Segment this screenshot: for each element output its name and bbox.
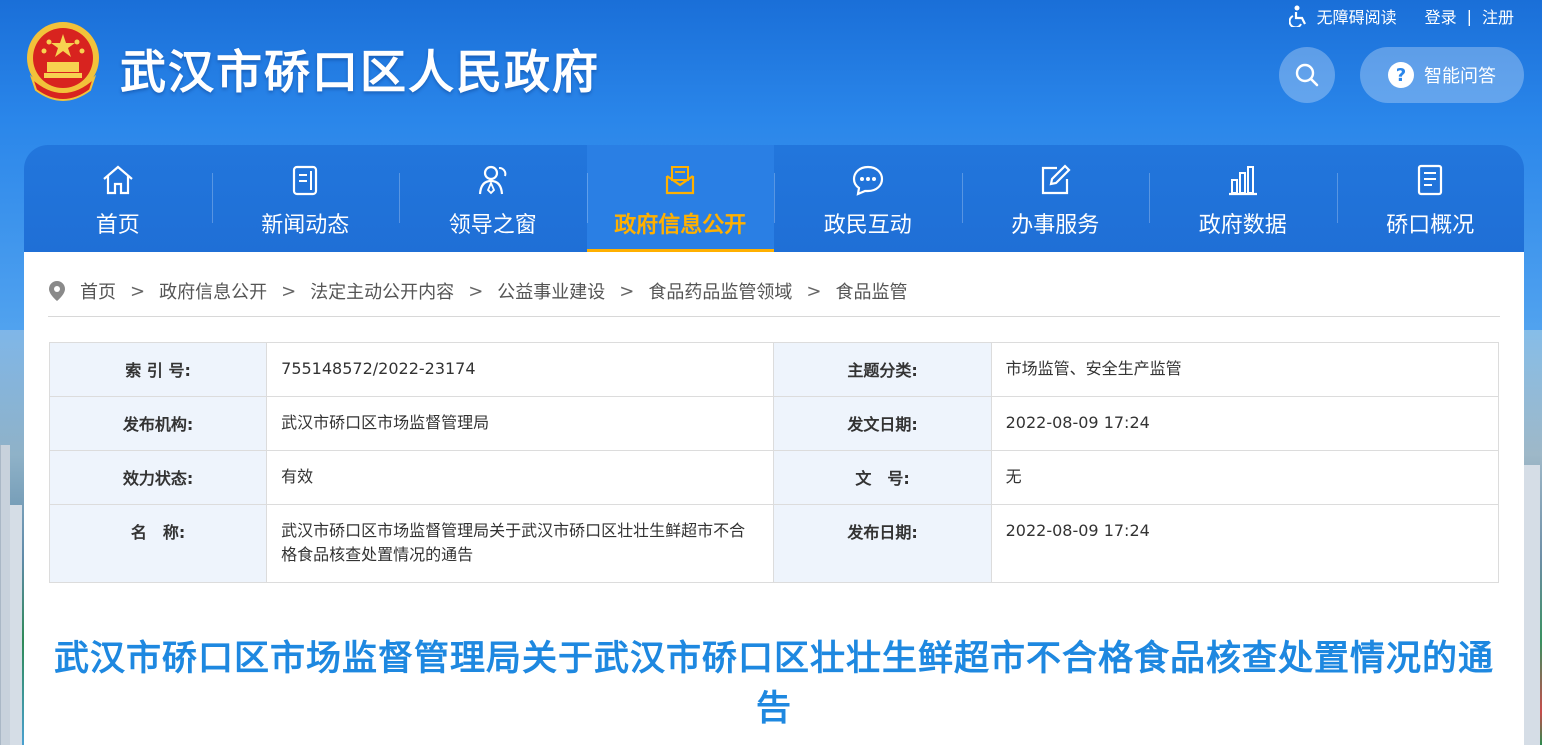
breadcrumb: 首页 > 政府信息公开 > 法定主动公开内容 > 公益事业建设 > 食品药品监管… (48, 278, 907, 304)
status-label: 效力状态: (48, 450, 268, 505)
nav-label: 硚口概况 (1386, 213, 1475, 238)
topic-value: 市场监管、安全生产监管 (990, 342, 1500, 397)
nav-label: 首页 (95, 213, 140, 238)
main-nav: 首页 新闻动态 领导之窗 政府信息公开 政民互动 办事服务 政府数据 硚口概况 (24, 145, 1524, 252)
nav-label: 政府信息公开 (614, 213, 747, 238)
nav-item-overview[interactable]: 硚口概况 (1336, 145, 1525, 252)
nav-item-leaders[interactable]: 领导之窗 (399, 145, 587, 252)
news-icon (286, 161, 324, 199)
index-number-value: 755148572/2022-23174 (266, 342, 775, 397)
nav-item-services[interactable]: 办事服务 (961, 145, 1150, 252)
wheelchair-icon (1288, 5, 1306, 27)
site-header: 武汉市硚口区人民政府 无障碍阅读 登录 | 注册 ? 智能问答 (0, 0, 1542, 145)
issue-date-value: 2022-08-09 17:24 (990, 396, 1500, 451)
nav-label: 新闻动态 (261, 213, 350, 238)
article-title: 武汉市硚口区市场监督管理局关于武汉市硚口区壮壮生鲜超市不合格食品核查处置情况的通… (53, 639, 1494, 729)
breadcrumb-arrow: > (468, 280, 484, 302)
table-row: 效力状态: 有效 文 号: 无 (48, 450, 1500, 505)
document-metadata-table: 索 引 号: 755148572/2022-23174 主题分类: 市场监管、安… (48, 342, 1500, 583)
nav-item-interaction[interactable]: 政民互动 (774, 145, 962, 252)
smart-qa-button[interactable]: ? 智能问答 (1360, 47, 1524, 103)
table-row: 发布机构: 武汉市硚口区市场监督管理局 发文日期: 2022-08-09 17:… (48, 396, 1500, 451)
accessibility-link[interactable]: 无障碍阅读 (1288, 4, 1397, 28)
breadcrumb-item-gov-info[interactable]: 政府信息公开 (159, 278, 267, 304)
issue-date-label: 发文日期: (773, 396, 992, 451)
national-emblem-icon (22, 18, 104, 104)
site-title: 武汉市硚口区人民政府 (120, 45, 600, 99)
breadcrumb-arrow: > (806, 280, 822, 302)
bar-chart-icon (1224, 161, 1262, 199)
nav-item-home[interactable]: 首页 (24, 145, 212, 252)
home-icon (99, 161, 137, 199)
top-links: 无障碍阅读 登录 | 注册 (1288, 4, 1514, 28)
accessibility-label: 无障碍阅读 (1316, 8, 1397, 27)
publisher-label: 发布机构: (48, 396, 268, 451)
publish-date-value: 2022-08-09 17:24 (990, 504, 1500, 583)
nav-item-data[interactable]: 政府数据 (1149, 145, 1337, 252)
breadcrumb-item-food-supervision[interactable]: 食品监管 (835, 278, 907, 304)
mail-icon (661, 161, 699, 199)
question-icon: ? (1388, 62, 1414, 88)
breadcrumb-item-public-welfare[interactable]: 公益事业建设 (497, 278, 605, 304)
register-link[interactable]: 注册 (1482, 4, 1514, 28)
nav-label: 政民互动 (823, 213, 912, 238)
breadcrumb-arrow: > (130, 280, 146, 302)
smart-qa-label: 智能问答 (1424, 66, 1496, 87)
chat-icon (849, 161, 887, 199)
document-icon (1411, 161, 1449, 199)
breadcrumb-arrow: > (619, 280, 635, 302)
breadcrumb-divider (48, 316, 1500, 317)
breadcrumb-item-home[interactable]: 首页 (80, 278, 116, 304)
leader-icon (474, 161, 512, 199)
content-panel: 首页 > 政府信息公开 > 法定主动公开内容 > 公益事业建设 > 食品药品监管… (24, 252, 1524, 745)
breadcrumb-arrow: > (281, 280, 297, 302)
table-row: 索 引 号: 755148572/2022-23174 主题分类: 市场监管、安… (48, 342, 1500, 397)
search-button[interactable] (1279, 47, 1335, 103)
index-number-label: 索 引 号: (48, 342, 268, 397)
nav-label: 办事服务 (1011, 213, 1100, 238)
publisher-value: 武汉市硚口区市场监督管理局 (266, 396, 775, 451)
name-label: 名 称: (48, 504, 268, 583)
nav-label: 政府数据 (1198, 213, 1287, 238)
nav-item-gov-info[interactable]: 政府信息公开 (586, 145, 774, 252)
nav-label: 领导之窗 (448, 213, 537, 238)
location-pin-icon (49, 281, 65, 301)
topic-label: 主题分类: (773, 342, 992, 397)
status-value: 有效 (266, 450, 775, 505)
edit-icon (1036, 161, 1074, 199)
nav-item-news[interactable]: 新闻动态 (211, 145, 400, 252)
breadcrumb-item-statutory[interactable]: 法定主动公开内容 (310, 278, 454, 304)
doc-number-value: 无 (990, 450, 1500, 505)
breadcrumb-item-food-drug[interactable]: 食品药品监管领域 (648, 278, 792, 304)
background-scenery-left (0, 330, 24, 745)
login-link[interactable]: 登录 (1425, 4, 1457, 28)
name-value: 武汉市硚口区市场监督管理局关于武汉市硚口区壮壮生鲜超市不合格食品核查处置情况的通… (266, 504, 775, 583)
search-icon (1295, 63, 1319, 87)
publish-date-label: 发布日期: (773, 504, 992, 583)
toplinks-separator: | (1466, 6, 1472, 26)
table-row: 名 称: 武汉市硚口区市场监督管理局关于武汉市硚口区壮壮生鲜超市不合格食品核查处… (48, 504, 1500, 583)
doc-number-label: 文 号: (773, 450, 992, 505)
